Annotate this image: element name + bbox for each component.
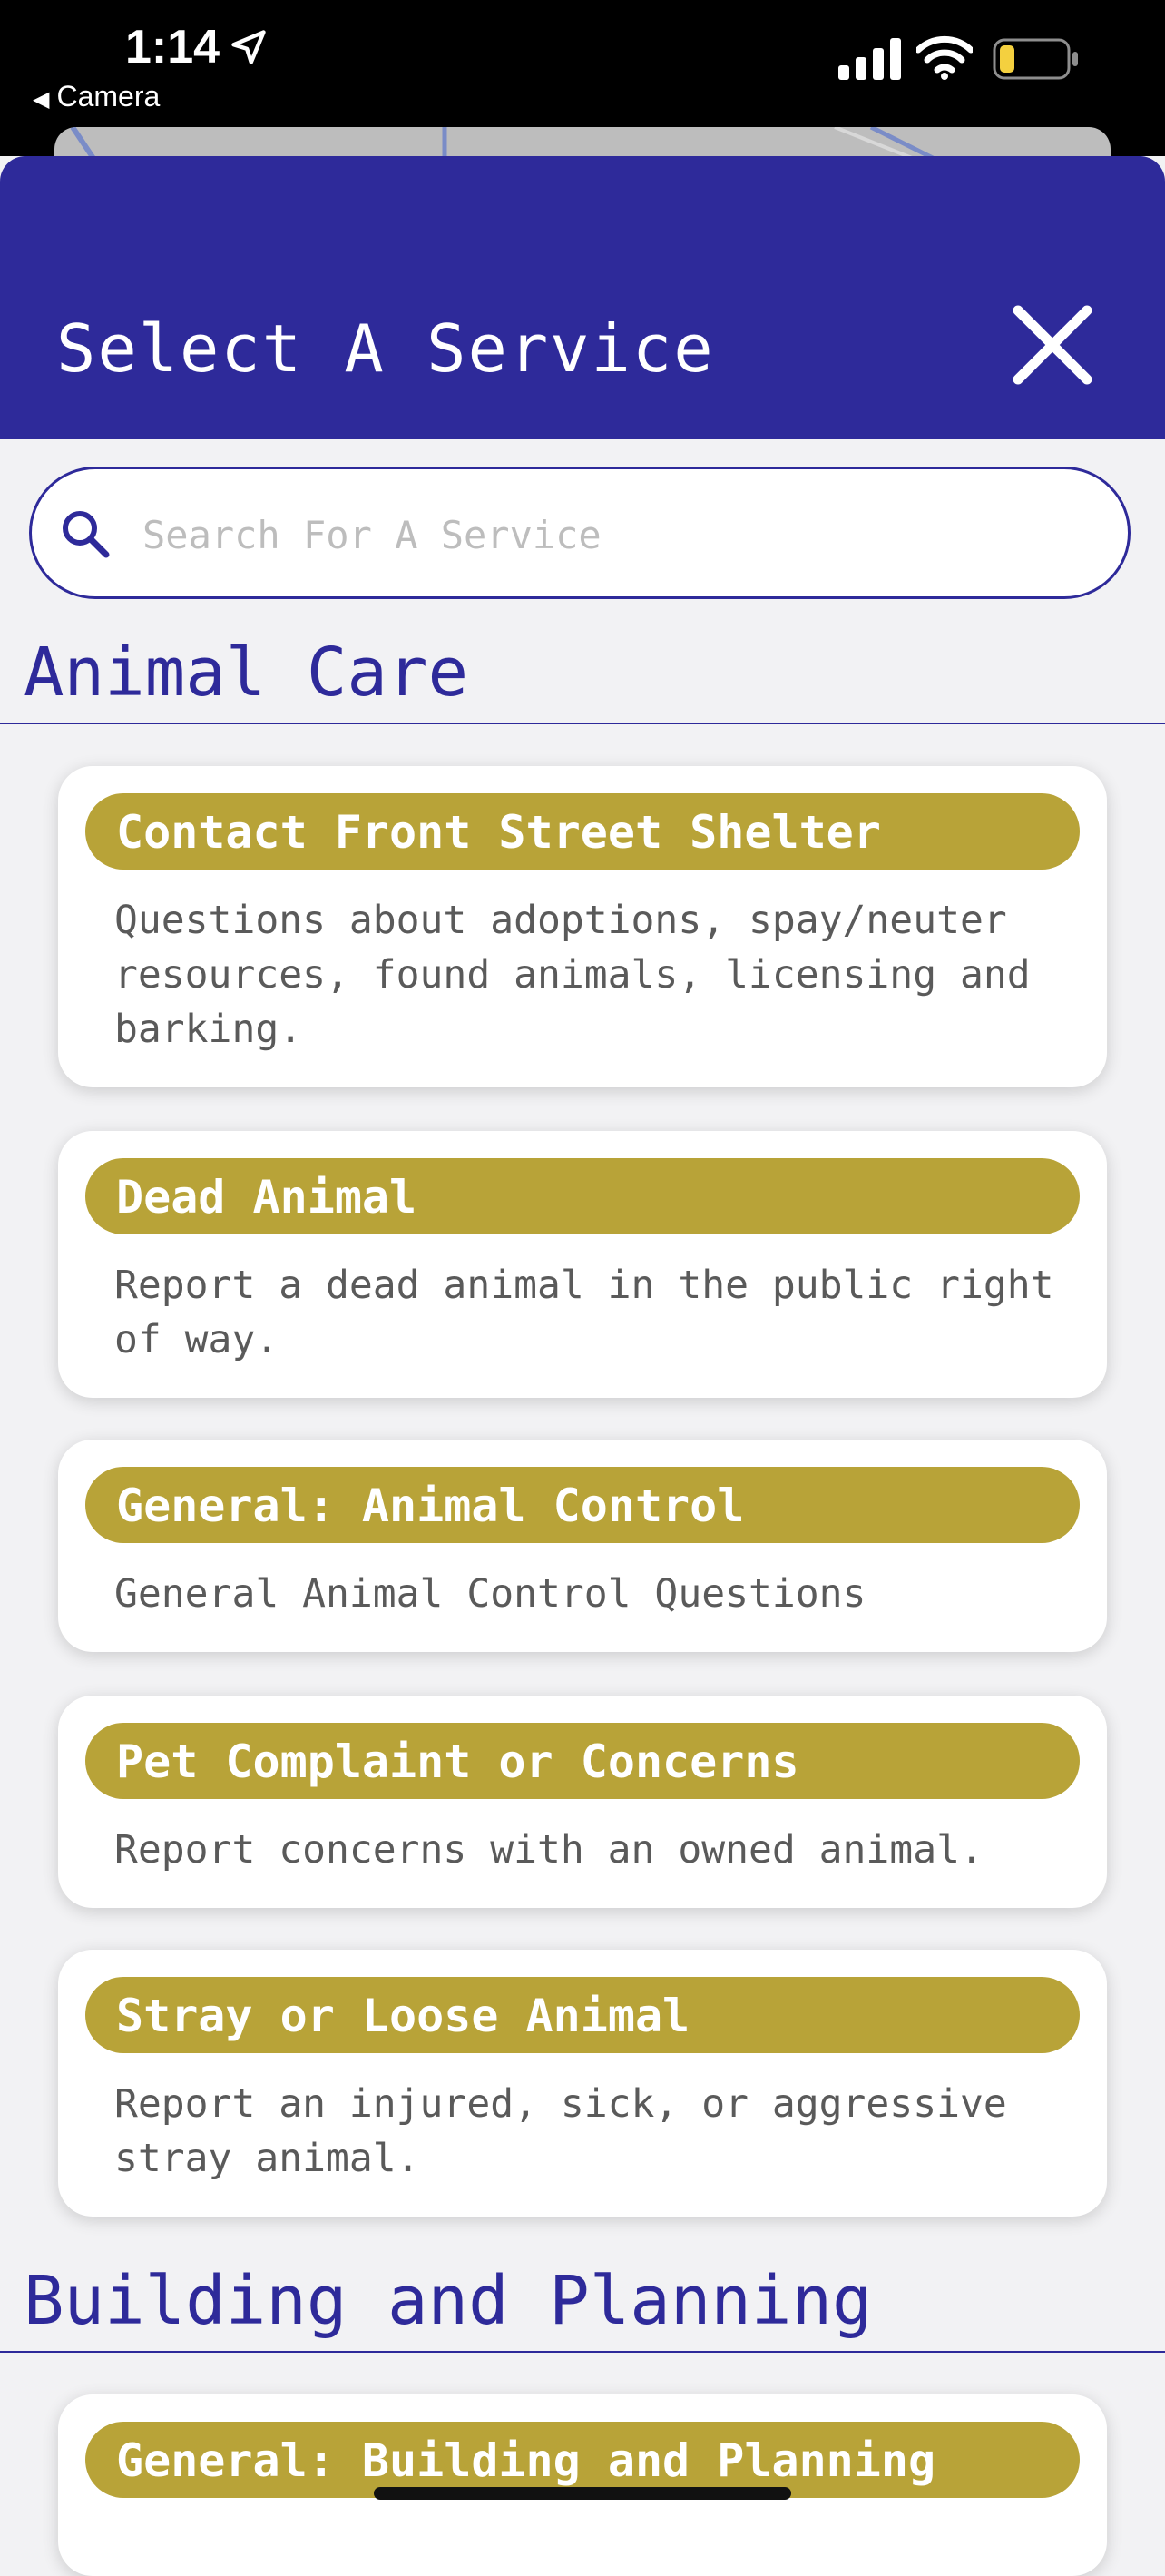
service-title-pill: Stray or Loose Animal bbox=[85, 1977, 1080, 2053]
section-divider bbox=[0, 723, 1165, 724]
service-title-pill: Contact Front Street Shelter bbox=[85, 793, 1080, 870]
section-divider bbox=[0, 2351, 1165, 2353]
service-title-pill: Dead Animal bbox=[85, 1158, 1080, 1234]
status-time: 1:14 bbox=[125, 21, 220, 74]
battery-icon bbox=[993, 38, 1080, 84]
close-button[interactable] bbox=[1009, 301, 1096, 388]
back-app-label: Camera bbox=[56, 80, 161, 113]
cellular-signal-icon bbox=[838, 38, 902, 84]
service-card-pet-complaint[interactable]: Pet Complaint or Concerns Report concern… bbox=[58, 1696, 1107, 1908]
back-to-app-link[interactable]: ◀ Camera bbox=[33, 80, 160, 113]
wifi-icon bbox=[915, 34, 974, 84]
service-title: Dead Animal bbox=[116, 1171, 417, 1224]
section-title-animal-care: Animal Care bbox=[24, 634, 469, 712]
search-icon bbox=[59, 507, 112, 564]
close-icon bbox=[1013, 305, 1092, 385]
service-card-general-animal-control[interactable]: General: Animal Control General Animal C… bbox=[58, 1440, 1107, 1652]
search-input[interactable] bbox=[141, 497, 1106, 573]
service-description: Report an injured, sick, or aggressive s… bbox=[114, 2081, 1007, 2181]
section-title-building-and-planning: Building and Planning bbox=[24, 2262, 873, 2340]
service-card-dead-animal[interactable]: Dead Animal Report a dead animal in the … bbox=[58, 1131, 1107, 1398]
service-description: General Animal Control Questions bbox=[114, 1571, 866, 1617]
service-title: General: Building and Planning bbox=[116, 2434, 936, 2487]
service-title: Contact Front Street Shelter bbox=[116, 806, 881, 859]
home-indicator[interactable] bbox=[374, 2487, 791, 2500]
service-description: Questions about adoptions, spay/neuter r… bbox=[114, 898, 1031, 1052]
service-title: Stray or Loose Animal bbox=[116, 1990, 690, 2042]
back-triangle-icon: ◀ bbox=[33, 87, 50, 112]
service-title: Pet Complaint or Concerns bbox=[116, 1735, 799, 1788]
page-title: Select A Service bbox=[56, 310, 715, 387]
sheet-header: Select A Service bbox=[0, 156, 1165, 439]
service-title-pill: General: Animal Control bbox=[85, 1467, 1080, 1543]
service-card-stray-or-loose-animal[interactable]: Stray or Loose Animal Report an injured,… bbox=[58, 1950, 1107, 2217]
service-title-pill: Pet Complaint or Concerns bbox=[85, 1723, 1080, 1799]
search-box[interactable] bbox=[29, 467, 1131, 599]
service-card-general-building-and-planning[interactable]: General: Building and Planning bbox=[58, 2394, 1107, 2576]
service-description: Report concerns with an owned animal. bbox=[114, 1827, 984, 1873]
service-description: Report a dead animal in the public right… bbox=[114, 1263, 1054, 1362]
service-card-contact-front-street-shelter[interactable]: Contact Front Street Shelter Questions a… bbox=[58, 766, 1107, 1087]
service-title: General: Animal Control bbox=[116, 1480, 745, 1532]
location-arrow-icon bbox=[229, 27, 269, 71]
